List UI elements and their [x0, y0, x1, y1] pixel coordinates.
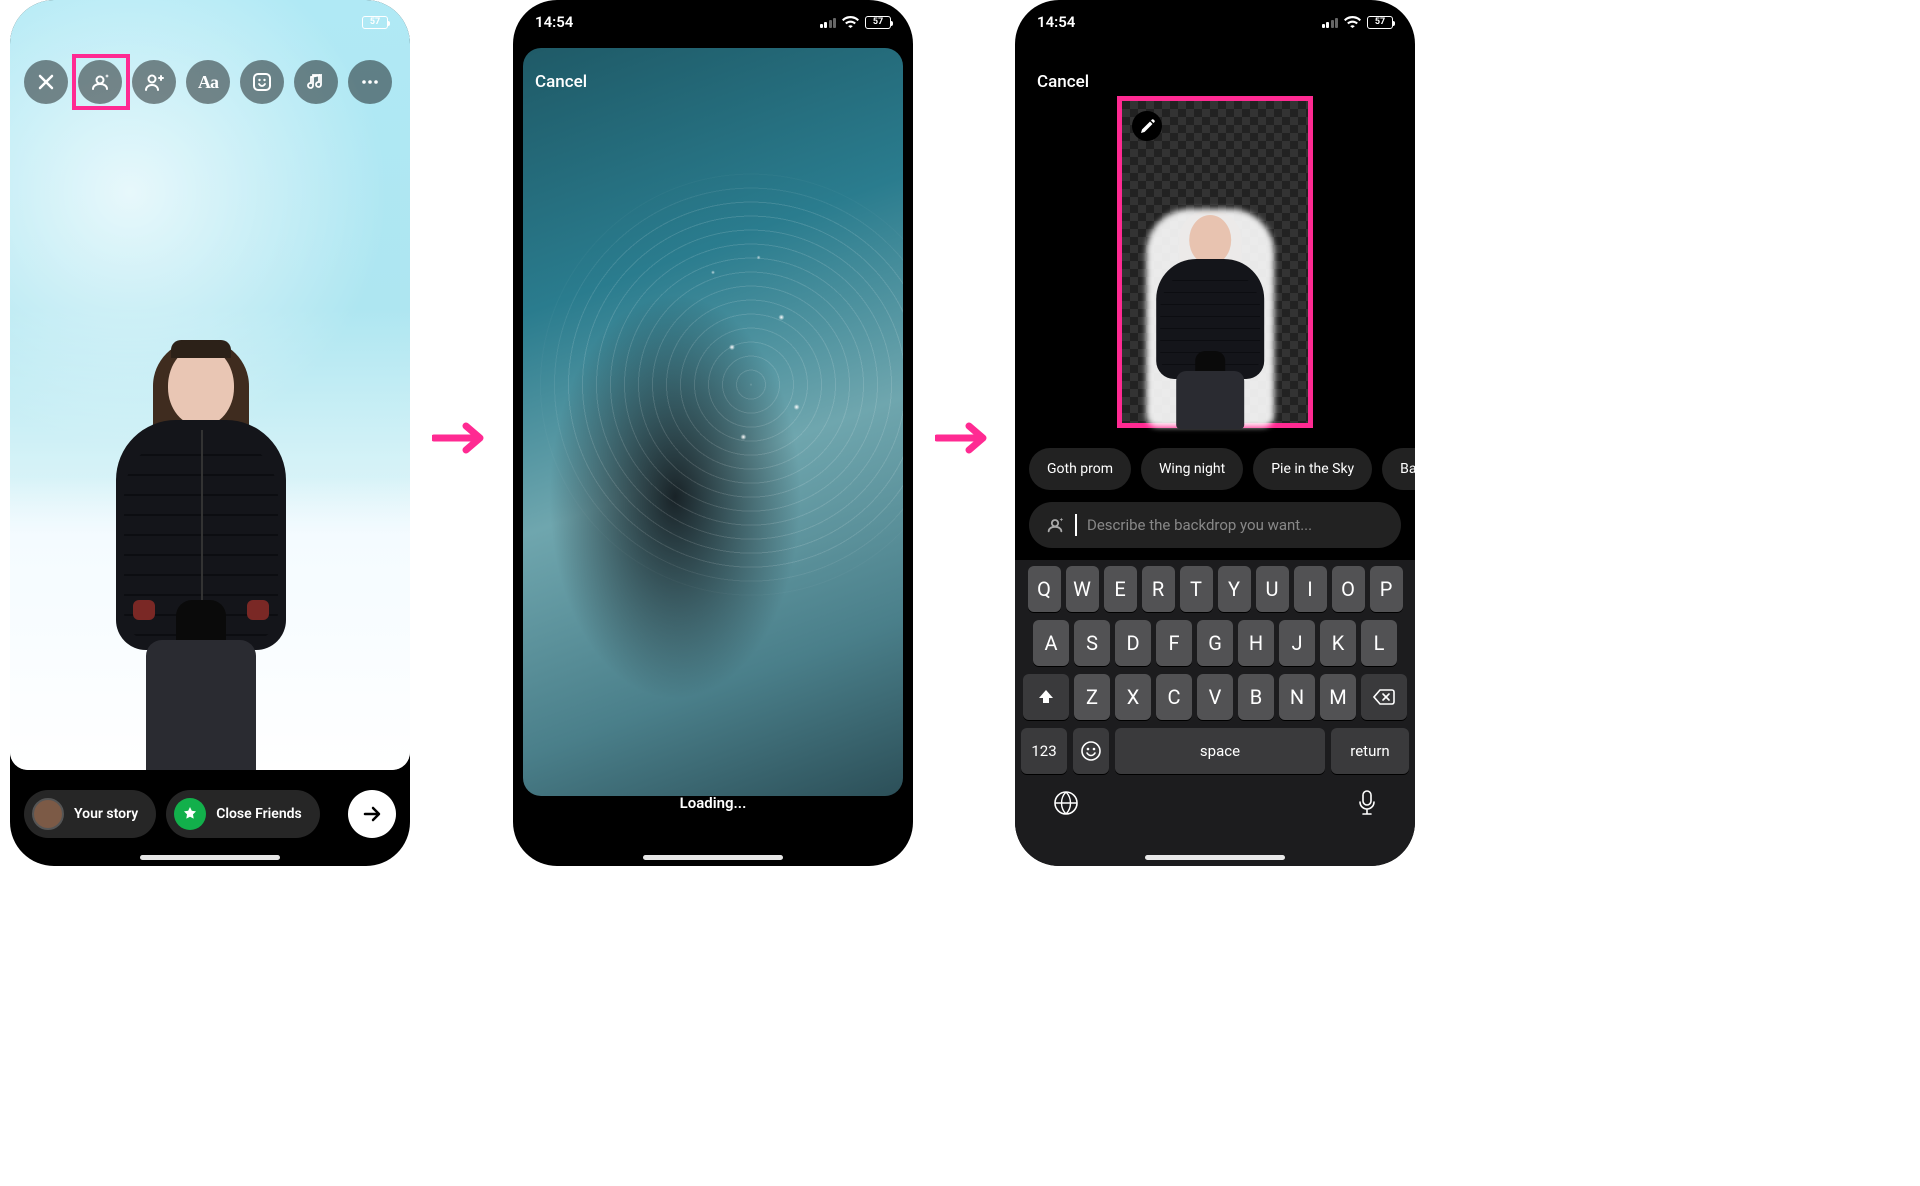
- key[interactable]: H: [1238, 620, 1274, 666]
- key[interactable]: W: [1066, 566, 1099, 612]
- key[interactable]: Q: [1028, 566, 1061, 612]
- suggestion-chip[interactable]: Goth prom: [1029, 448, 1131, 490]
- backdrop-prompt-input[interactable]: Describe the backdrop you want...: [1029, 502, 1401, 548]
- return-key[interactable]: return: [1331, 728, 1409, 774]
- person-cutout: [1150, 213, 1270, 423]
- phone-screenshot-3: 14:54 57 Cancel: [1015, 0, 1415, 866]
- shift-key[interactable]: [1023, 674, 1069, 720]
- key[interactable]: O: [1332, 566, 1365, 612]
- key[interactable]: P: [1370, 566, 1403, 612]
- key[interactable]: F: [1156, 620, 1192, 666]
- story-preview-image: [10, 0, 410, 770]
- battery-icon: 57: [362, 16, 388, 29]
- person-figure: [111, 340, 291, 770]
- key[interactable]: X: [1115, 674, 1151, 720]
- suggestion-chips: Goth prom Wing night Pie in the Sky Bask…: [1029, 448, 1415, 490]
- key[interactable]: I: [1294, 566, 1327, 612]
- key[interactable]: C: [1156, 674, 1192, 720]
- wifi-icon: [1344, 16, 1361, 28]
- globe-icon[interactable]: [1053, 790, 1079, 816]
- backdrop-preview[interactable]: [1117, 96, 1313, 428]
- key[interactable]: L: [1361, 620, 1397, 666]
- star-icon: [174, 798, 206, 830]
- close-friends-button[interactable]: Close Friends: [166, 790, 320, 838]
- key[interactable]: B: [1238, 674, 1274, 720]
- cancel-button[interactable]: Cancel: [535, 72, 587, 92]
- key[interactable]: A: [1033, 620, 1069, 666]
- battery-icon: 57: [865, 16, 891, 29]
- wifi-icon: [842, 16, 859, 28]
- key[interactable]: N: [1279, 674, 1315, 720]
- ios-keyboard: Q W E R T Y U I O P A S D F G H J K L: [1015, 560, 1415, 866]
- key[interactable]: Z: [1074, 674, 1110, 720]
- key[interactable]: R: [1142, 566, 1175, 612]
- suggestion-chip[interactable]: Pie in the Sky: [1253, 448, 1372, 490]
- sparkle-overlay: [523, 48, 903, 796]
- key[interactable]: V: [1197, 674, 1233, 720]
- signal-icon: [1322, 16, 1339, 28]
- loading-text: Loading...: [513, 794, 913, 812]
- sticker-icon[interactable]: [240, 60, 284, 104]
- signal-icon: [820, 16, 837, 28]
- status-bar: 14:54 57: [1015, 0, 1415, 44]
- backspace-key[interactable]: [1361, 674, 1407, 720]
- more-icon[interactable]: [348, 60, 392, 104]
- music-icon[interactable]: [294, 60, 338, 104]
- battery-icon: 57: [1367, 16, 1393, 29]
- space-key[interactable]: space: [1115, 728, 1325, 774]
- highlight-annotation: [72, 54, 130, 110]
- send-button[interactable]: [348, 790, 396, 838]
- home-indicator: [1145, 855, 1285, 860]
- mic-icon[interactable]: [1357, 790, 1377, 816]
- key[interactable]: U: [1256, 566, 1289, 612]
- emoji-key[interactable]: [1073, 728, 1109, 774]
- home-indicator: [643, 855, 783, 860]
- numeric-key[interactable]: 123: [1021, 728, 1067, 774]
- suggestion-chip[interactable]: Wing night: [1141, 448, 1243, 490]
- tag-people-icon[interactable]: [132, 60, 176, 104]
- key[interactable]: T: [1180, 566, 1213, 612]
- key[interactable]: D: [1115, 620, 1151, 666]
- avatar: [32, 798, 64, 830]
- status-bar: 14:54 57: [513, 0, 913, 44]
- text-icon[interactable]: Aa: [186, 60, 230, 104]
- your-story-label: Your story: [74, 806, 138, 822]
- your-story-button[interactable]: Your story: [24, 790, 156, 838]
- status-time: 14:54: [1037, 13, 1075, 31]
- key[interactable]: G: [1197, 620, 1233, 666]
- cancel-button[interactable]: Cancel: [1037, 72, 1089, 92]
- close-icon[interactable]: [24, 60, 68, 104]
- key[interactable]: Y: [1218, 566, 1251, 612]
- key[interactable]: E: [1104, 566, 1137, 612]
- key[interactable]: J: [1279, 620, 1315, 666]
- edit-cutout-icon[interactable]: [1132, 111, 1162, 141]
- share-actions: Your story Close Friends: [24, 790, 396, 838]
- phone-screenshot-1: 14:54 57 Aa Your story Close Fr: [10, 0, 410, 866]
- key[interactable]: K: [1320, 620, 1356, 666]
- arrow-annotation: [935, 420, 995, 456]
- prompt-placeholder: Describe the backdrop you want...: [1087, 516, 1312, 534]
- ai-backdrop-icon: [1045, 515, 1065, 535]
- arrow-annotation: [432, 420, 492, 456]
- key[interactable]: M: [1320, 674, 1356, 720]
- suggestion-chip[interactable]: Basket: [1382, 448, 1415, 490]
- blurred-processing-image: [523, 48, 903, 796]
- text-cursor: [1075, 514, 1077, 536]
- status-time: 14:54: [535, 13, 573, 31]
- key[interactable]: S: [1074, 620, 1110, 666]
- phone-screenshot-2: 14:54 57 Cancel Loading...: [513, 0, 913, 866]
- close-friends-label: Close Friends: [216, 806, 302, 822]
- home-indicator: [140, 855, 280, 860]
